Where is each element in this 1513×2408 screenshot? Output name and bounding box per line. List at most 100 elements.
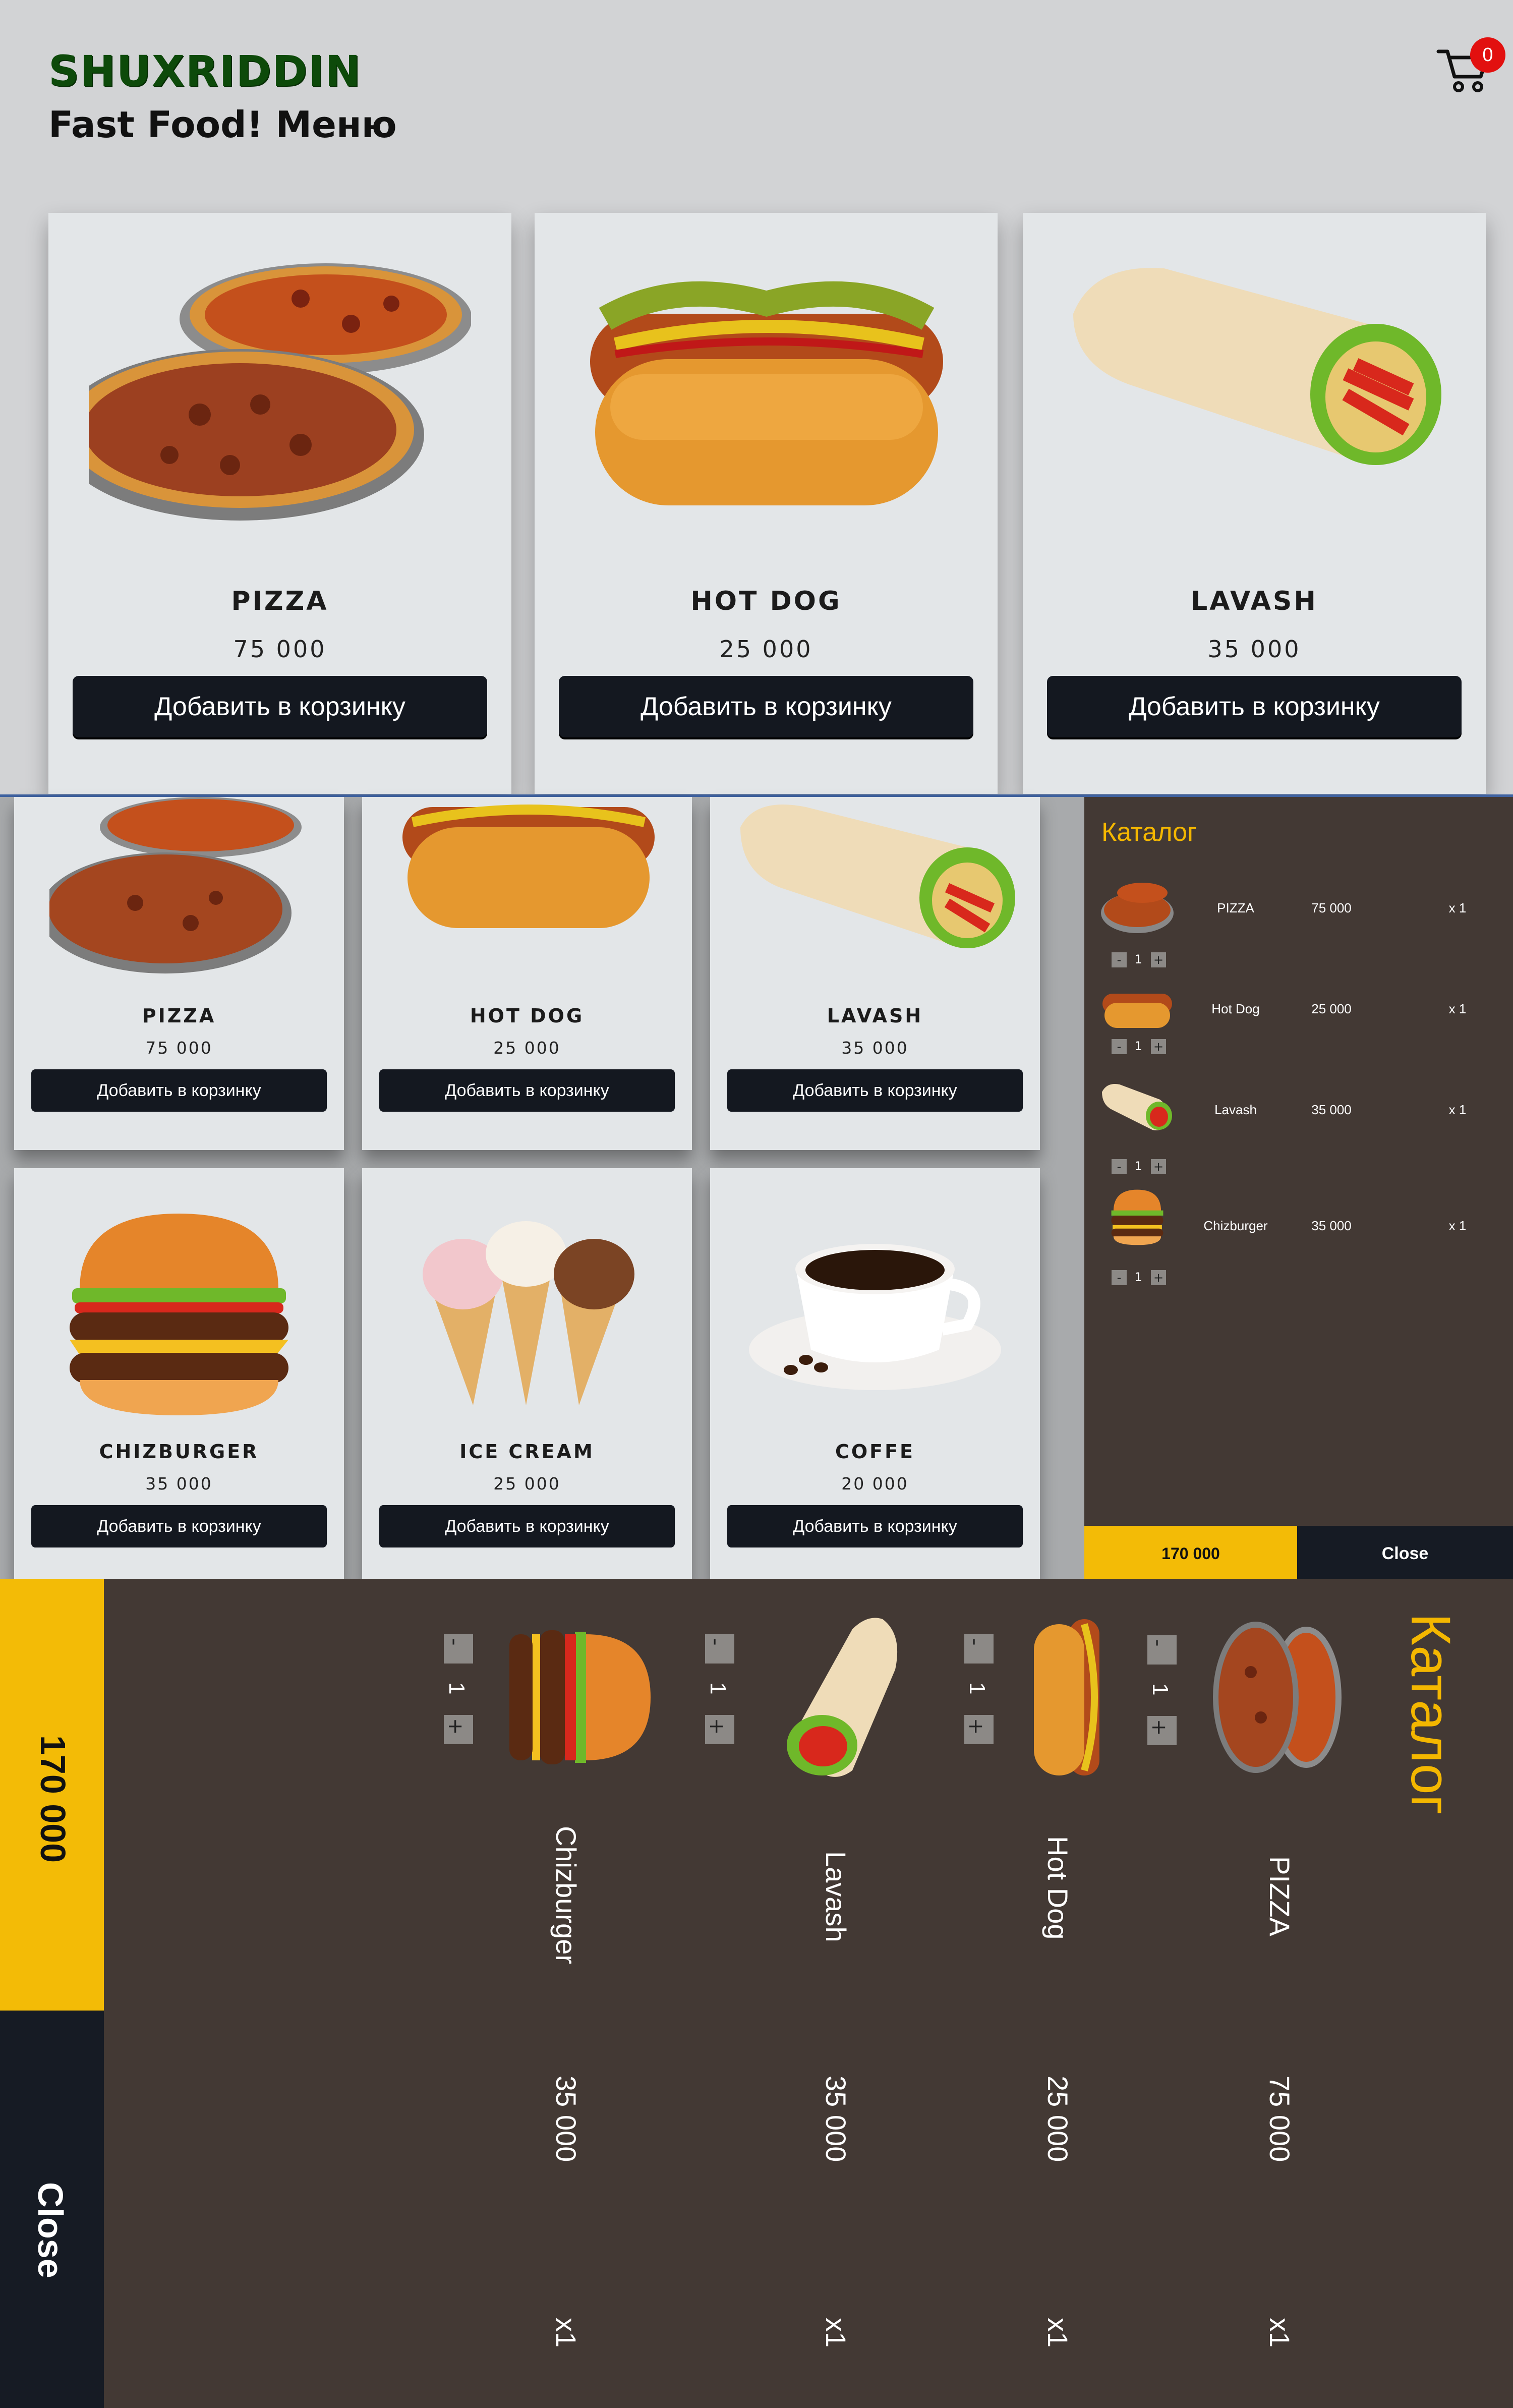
cart-item-qty: 1 bbox=[1134, 1270, 1142, 1284]
cart-item-qty-label: x1 bbox=[550, 2318, 582, 2348]
product-card-coffe: COFFE 20 000 Добавить в корзинку bbox=[710, 1168, 1040, 1581]
add-to-cart-button[interactable]: Добавить в корзинку bbox=[31, 1069, 327, 1112]
cart-item-qty: 1 bbox=[444, 1682, 469, 1695]
cart-item-price: 35 000 bbox=[1311, 1102, 1352, 1117]
chizburger-image bbox=[70, 1214, 288, 1415]
cart-item-price: 75 000 bbox=[1311, 900, 1352, 915]
cart-item-name: Hot Dog bbox=[1042, 1836, 1074, 1940]
add-to-cart-button[interactable]: Добавить в корзинку bbox=[727, 1505, 1023, 1547]
cart-item-qty-label: x 1 bbox=[1448, 900, 1467, 915]
increase-button[interactable]: + bbox=[1151, 1039, 1166, 1054]
product-card-lavash: LAVASH 35 000 Добавить в корзинку bbox=[1023, 213, 1486, 794]
cart-item-qty: 1 bbox=[706, 1682, 730, 1695]
cart-item-name: Hot Dog bbox=[1211, 1001, 1260, 1016]
product-card-lavash: LAVASH 35 000 Добавить в корзинку bbox=[710, 797, 1040, 1150]
cart-item-name: Lavash bbox=[1214, 1102, 1257, 1117]
page-title: Fast Food! Меню bbox=[48, 103, 397, 146]
lavash-thumb-icon bbox=[1102, 1084, 1172, 1130]
pizza-thumb-icon bbox=[1101, 883, 1174, 933]
increase-button[interactable]: + bbox=[1151, 1270, 1166, 1285]
product-card-pizza: PIZZA 75 000 Добавить в корзинку bbox=[14, 797, 344, 1150]
cart-item-name: Lavash bbox=[820, 1851, 852, 1942]
add-to-cart-button[interactable]: Добавить в корзинку bbox=[379, 1505, 675, 1547]
increase-button[interactable]: + bbox=[1151, 1159, 1166, 1174]
cart-item-price: 25 000 bbox=[1042, 2076, 1074, 2162]
product-name: HOT DOG bbox=[690, 586, 842, 616]
cart-item-price: 75 000 bbox=[1264, 2076, 1296, 2162]
cart-item-price: 25 000 bbox=[1311, 1001, 1352, 1016]
add-to-cart-button[interactable]: Добавить в корзинку bbox=[31, 1505, 327, 1547]
cart-panel-rotated: 170 000 Close Каталог - 1 + Chizburger 3… bbox=[0, 1579, 1513, 2408]
product-price: 25 000 bbox=[719, 636, 813, 663]
cart-item-hotdog: Hot Dog 25 000 x 1 - 1 + bbox=[1084, 979, 1513, 1069]
cart-item-name: PIZZA bbox=[1264, 1856, 1296, 1936]
cart-panel-title: Каталог bbox=[1101, 818, 1197, 847]
pizza-image bbox=[1213, 1622, 1342, 1773]
close-button[interactable]: Close bbox=[0, 2011, 104, 2408]
brand-logo: SHUXRIDDIN bbox=[48, 46, 362, 96]
ice-cream-image bbox=[423, 1221, 634, 1405]
decrease-button[interactable]: - bbox=[1112, 1039, 1127, 1054]
cart-total-rotated: 170 000 bbox=[0, 1579, 104, 2011]
cart-item-price: 35 000 bbox=[1311, 1218, 1352, 1233]
cart-item-price: 35 000 bbox=[820, 2076, 852, 2162]
cart-item-qty: 1 bbox=[1148, 1683, 1173, 1696]
cart-panel-title: Каталог bbox=[1400, 1613, 1462, 1815]
pizza-image bbox=[49, 797, 302, 973]
close-label: Close bbox=[31, 2182, 70, 2278]
increase-button[interactable]: + bbox=[444, 1715, 473, 1744]
cart-item-qty: 1 bbox=[1134, 952, 1142, 966]
increase-button[interactable]: + bbox=[1147, 1716, 1177, 1745]
pizza-image bbox=[89, 263, 471, 521]
decrease-button[interactable]: - bbox=[1112, 1270, 1127, 1285]
hotdog-image bbox=[1034, 1619, 1099, 1775]
add-to-cart-button[interactable]: Добавить в корзинку bbox=[1047, 676, 1462, 737]
product-price: 35 000 bbox=[841, 1038, 909, 1058]
add-to-cart-button[interactable]: Добавить в корзинку bbox=[379, 1069, 675, 1112]
product-name: LAVASH bbox=[827, 1005, 923, 1027]
product-card-pizza: PIZZA 75 000 Добавить в корзинку bbox=[48, 213, 511, 794]
decrease-button[interactable]: - bbox=[963, 1634, 994, 1664]
product-name: PIZZA bbox=[142, 1005, 216, 1027]
cart-item-lavash: Lavash 35 000 x 1 - 1 + bbox=[1084, 1079, 1513, 1174]
decrease-button[interactable]: - bbox=[1146, 1635, 1177, 1665]
decrease-button[interactable]: - bbox=[704, 1634, 734, 1664]
cart-item-qty: 1 bbox=[1134, 1039, 1142, 1053]
cart-item-qty-label: x1 bbox=[820, 2318, 852, 2348]
product-price: 35 000 bbox=[145, 1474, 213, 1494]
lavash-image bbox=[740, 805, 1015, 948]
menu-page-with-cart: PIZZA 75 000 Добавить в корзинку HOT DOG… bbox=[0, 794, 1513, 1581]
add-to-cart-button[interactable]: Добавить в корзинку bbox=[559, 676, 973, 737]
product-price: 75 000 bbox=[233, 636, 327, 663]
cart-item-name: Chizburger bbox=[550, 1826, 582, 1964]
cart-item-name: Chizburger bbox=[1203, 1218, 1268, 1233]
product-card-hotdog: HOT DOG 25 000 Добавить в корзинку bbox=[535, 213, 998, 794]
product-card-hotdog: HOT DOG 25 000 Добавить в корзинку bbox=[362, 797, 692, 1150]
increase-button[interactable]: + bbox=[964, 1715, 994, 1744]
decrease-button[interactable]: - bbox=[1112, 952, 1127, 967]
cart-item-qty-label: x 1 bbox=[1448, 1218, 1467, 1233]
hotdog-image bbox=[402, 805, 655, 928]
add-to-cart-button[interactable]: Добавить в корзинку bbox=[727, 1069, 1023, 1112]
increase-button[interactable]: + bbox=[1151, 952, 1166, 967]
product-card-ice-cream: ICE CREAM 25 000 Добавить в корзинку bbox=[362, 1168, 692, 1581]
lavash-image bbox=[787, 1618, 898, 1777]
coffe-image bbox=[749, 1244, 1001, 1390]
product-name: HOT DOG bbox=[470, 1005, 585, 1027]
cart-item-pizza: PIZZA 75 000 x 1 - 1 + bbox=[1084, 878, 1513, 968]
add-to-cart-button[interactable]: Добавить в корзинку bbox=[73, 676, 487, 737]
increase-button[interactable]: + bbox=[705, 1715, 734, 1744]
chizburger-thumb-icon bbox=[1111, 1189, 1163, 1245]
cart-item-name: PIZZA bbox=[1217, 900, 1254, 915]
close-button[interactable]: Close bbox=[1297, 1526, 1513, 1581]
lavash-image bbox=[1073, 268, 1441, 465]
product-name: PIZZA bbox=[231, 586, 329, 616]
cart-total-value: 170 000 bbox=[33, 1735, 73, 1863]
product-price: 25 000 bbox=[493, 1474, 561, 1494]
product-price: 20 000 bbox=[841, 1474, 909, 1494]
cart-item-qty-label: x1 bbox=[1264, 2318, 1296, 2348]
decrease-button[interactable]: - bbox=[443, 1634, 473, 1664]
decrease-button[interactable]: - bbox=[1112, 1159, 1127, 1174]
product-card-chizburger: CHIZBURGER 35 000 Добавить в корзинку bbox=[14, 1168, 344, 1581]
chizburger-image bbox=[509, 1630, 651, 1764]
